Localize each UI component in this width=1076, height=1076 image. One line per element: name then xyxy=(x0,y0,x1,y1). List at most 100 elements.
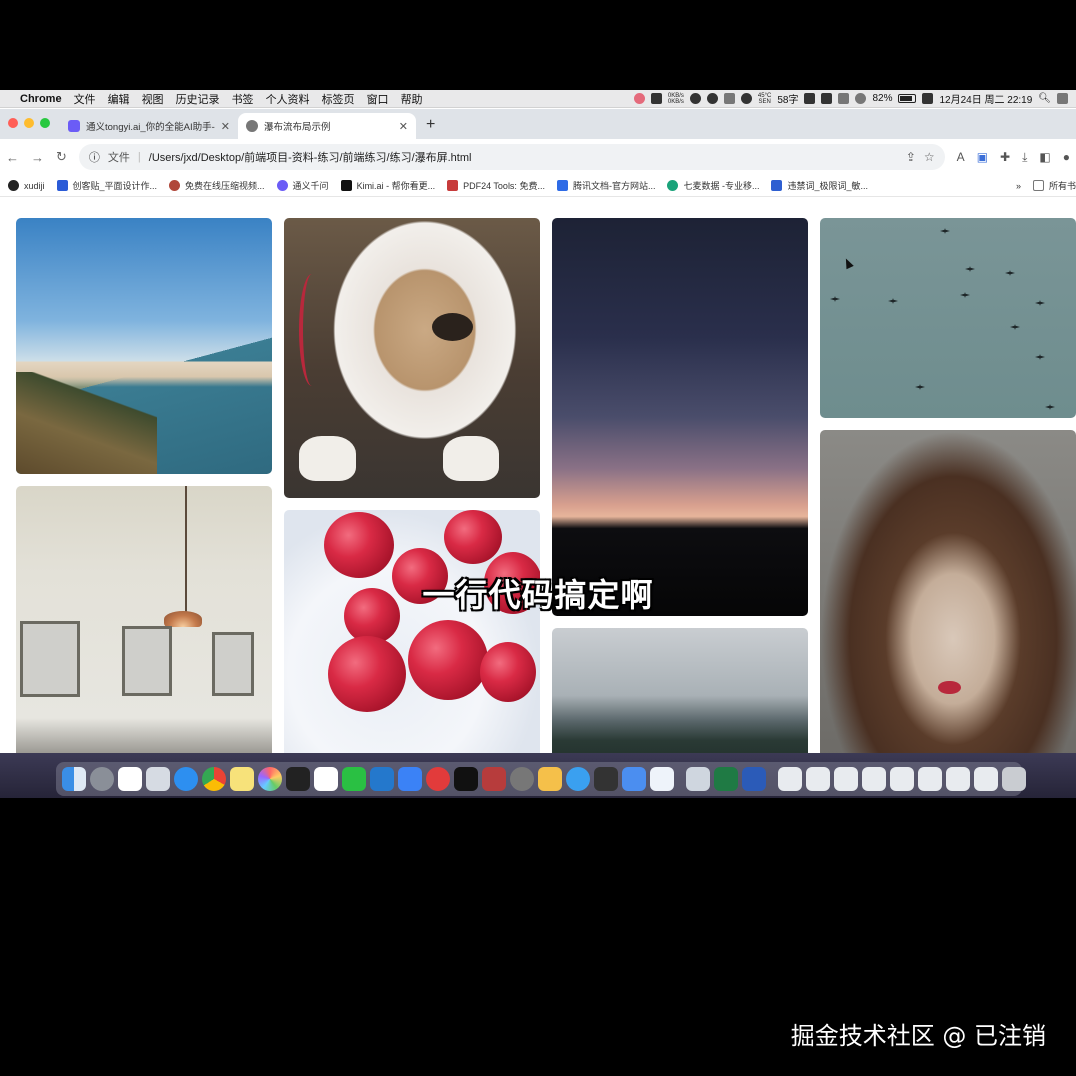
qq-dock-icon[interactable] xyxy=(314,767,338,791)
qq-icon[interactable] xyxy=(689,93,701,104)
minimized-window-icon[interactable] xyxy=(778,767,802,791)
minimized-window-icon[interactable] xyxy=(890,767,914,791)
netease-music-icon[interactable] xyxy=(426,767,450,791)
menu-tabs[interactable]: 标签页 xyxy=(316,91,361,107)
mahjong-icon[interactable] xyxy=(482,767,506,791)
window-thumb-icon[interactable] xyxy=(686,767,710,791)
bookmark-chuangketie[interactable]: 创客贴_平面设计作... xyxy=(56,179,157,192)
birds-photo[interactable] xyxy=(820,218,1076,418)
excel-icon[interactable] xyxy=(714,767,738,791)
terminal-icon[interactable] xyxy=(286,767,310,791)
info-icon[interactable]: ⓘ xyxy=(89,149,100,165)
raspberries-photo[interactable] xyxy=(284,510,540,758)
all-bookmarks[interactable]: 所有书 xyxy=(1032,179,1076,192)
url-text[interactable]: /Users/jxd/Desktop/前端项目-资料-练习/前端练习/练习/瀑布… xyxy=(149,149,472,165)
reload-icon[interactable]: ↻ xyxy=(56,149,67,165)
vscode-icon[interactable] xyxy=(370,767,394,791)
close-tab-icon[interactable]: ✕ xyxy=(399,120,408,133)
forest-photo[interactable] xyxy=(552,628,808,758)
menu-file[interactable]: 文件 xyxy=(68,91,102,107)
minimized-window-icon[interactable] xyxy=(974,767,998,791)
screen-icon[interactable] xyxy=(922,93,934,104)
minimized-window-icon[interactable] xyxy=(862,767,886,791)
address-bar[interactable]: ⓘ 文件 | /Users/jxd/Desktop/前端项目-资料-练习/前端练… xyxy=(78,144,945,170)
bookmark-github[interactable]: xudiji xyxy=(8,180,45,191)
finder-icon[interactable] xyxy=(62,767,86,791)
bookmark-qimai[interactable]: 七麦数据 -专业移... xyxy=(667,179,759,192)
ime-label[interactable]: 58字 xyxy=(777,91,798,106)
ring-icon[interactable] xyxy=(740,93,752,104)
system-settings-icon[interactable] xyxy=(510,767,534,791)
candy-icon[interactable] xyxy=(633,93,645,104)
sunset-photo[interactable] xyxy=(552,218,808,616)
menu-help[interactable]: 帮助 xyxy=(395,91,429,107)
sidepanel-icon[interactable]: ◧ xyxy=(1039,150,1050,164)
menu-edit[interactable]: 编辑 xyxy=(102,91,136,107)
grid-icon[interactable] xyxy=(821,93,833,104)
bookmarks-overflow[interactable]: » xyxy=(1016,181,1021,191)
notes-icon[interactable] xyxy=(230,767,254,791)
menu-history[interactable]: 历史记录 xyxy=(170,91,226,107)
menu-bookmarks[interactable]: 书签 xyxy=(226,91,260,107)
word-icon[interactable] xyxy=(742,767,766,791)
star-icon[interactable]: ☆ xyxy=(924,150,935,164)
launchpad-icon[interactable] xyxy=(90,767,114,791)
minimized-window-icon[interactable] xyxy=(946,767,970,791)
profile-icon[interactable]: ● xyxy=(1063,150,1070,164)
chrome-icon[interactable] xyxy=(202,767,226,791)
translate-icon[interactable]: ▣ xyxy=(977,150,988,164)
photos-icon[interactable] xyxy=(258,767,282,791)
notes-alt-icon[interactable] xyxy=(538,767,562,791)
battery-icon[interactable] xyxy=(898,94,917,103)
microphone-icon[interactable] xyxy=(804,93,816,104)
bookmark-banned-words[interactable]: 违禁词_极限词_敏... xyxy=(771,179,868,192)
close-window-button[interactable] xyxy=(8,118,18,128)
bookmark-kimi[interactable]: Kimi.ai - 帮你看更... xyxy=(340,179,435,192)
bookmark-pdf24[interactable]: PDF24 Tools: 免费... xyxy=(447,179,545,192)
wechat-dock-icon[interactable] xyxy=(342,767,366,791)
bookmark-video-compress[interactable]: 免费在线压缩视频... xyxy=(169,179,265,192)
minimized-window-icon[interactable] xyxy=(834,767,858,791)
audio-icon[interactable] xyxy=(594,767,618,791)
tab-tongyi[interactable]: 通义tongyi.ai_你的全能AI助手- ✕ xyxy=(60,113,238,139)
share-icon[interactable]: ⇪ xyxy=(906,150,916,164)
trash-icon[interactable] xyxy=(1002,767,1026,791)
menu-window[interactable]: 窗口 xyxy=(361,91,395,107)
bluetooth-icon[interactable] xyxy=(838,93,850,104)
menu-app-name[interactable]: Chrome xyxy=(14,93,68,105)
beach-photo[interactable] xyxy=(16,218,272,474)
calendar-icon[interactable] xyxy=(118,767,142,791)
portrait-photo[interactable] xyxy=(820,430,1076,758)
minimize-window-button[interactable] xyxy=(24,118,34,128)
wechat-icon[interactable] xyxy=(706,93,718,104)
translate-dock-icon[interactable] xyxy=(566,767,590,791)
control-center-icon[interactable] xyxy=(1057,93,1068,104)
capcut-icon[interactable] xyxy=(454,767,478,791)
preview-icon[interactable] xyxy=(146,767,170,791)
spotlight-icon[interactable]: 🔍︎ xyxy=(1038,93,1051,104)
safari-icon[interactable] xyxy=(174,767,198,791)
new-tab-button[interactable]: + xyxy=(416,116,445,139)
bookmark-tongyi[interactable]: 通义千问 xyxy=(276,179,329,192)
close-tab-icon[interactable]: ✕ xyxy=(221,120,230,133)
clock[interactable]: 12月24日 周二 22:19 xyxy=(939,91,1032,106)
download-icon[interactable]: ⤓ xyxy=(1022,150,1027,165)
forward-icon[interactable]: → xyxy=(31,150,44,165)
dog-photo[interactable] xyxy=(284,218,540,498)
lanhu-icon[interactable] xyxy=(398,767,422,791)
extensions-icon[interactable]: ✚ xyxy=(1000,150,1010,164)
back-icon[interactable]: ← xyxy=(6,150,19,165)
font-icon[interactable]: A xyxy=(957,150,965,164)
menu-view[interactable]: 视图 xyxy=(136,91,170,107)
tab-waterfall[interactable]: 瀑布流布局示例 ✕ xyxy=(238,113,416,139)
room-photo[interactable] xyxy=(16,486,272,758)
menu-profile[interactable]: 个人资料 xyxy=(260,91,316,107)
minimized-window-icon[interactable] xyxy=(918,767,942,791)
bookmark-tencent-docs[interactable]: 腾讯文档-官方网站... xyxy=(556,179,655,192)
cat-icon[interactable] xyxy=(650,93,662,104)
doc-icon[interactable] xyxy=(622,767,646,791)
shield-icon[interactable] xyxy=(723,93,735,104)
cloud-icon[interactable] xyxy=(650,767,674,791)
minimized-window-icon[interactable] xyxy=(806,767,830,791)
wifi-icon[interactable] xyxy=(855,93,867,104)
